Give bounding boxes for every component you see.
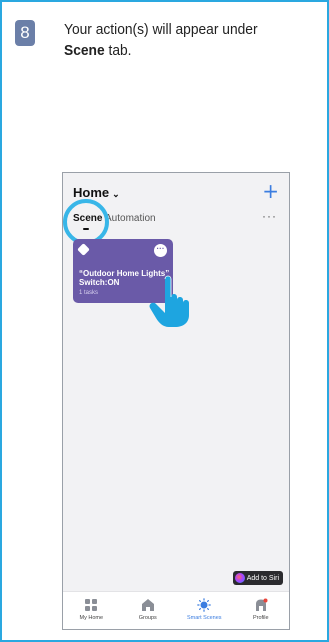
tutorial-frame: 8 Your action(s) will appear under Scene… bbox=[0, 0, 329, 642]
house-icon bbox=[141, 599, 154, 611]
nav-smart-scenes[interactable]: Smart Scenes bbox=[176, 592, 233, 629]
sun-icon bbox=[197, 598, 212, 612]
app-header: Home ⌄ + Scene Automation ··· bbox=[63, 173, 289, 245]
more-icon[interactable]: ··· bbox=[262, 209, 277, 223]
chevron-down-icon: ⌄ bbox=[112, 189, 120, 199]
instruction-line2: tab. bbox=[104, 42, 132, 59]
nav-label-profile: Profile bbox=[252, 615, 269, 621]
nav-profile[interactable]: Profile bbox=[233, 592, 290, 629]
home-title: Home bbox=[73, 185, 110, 200]
home-selector[interactable]: Home ⌄ bbox=[73, 185, 120, 200]
nav-label-my-home: My Home bbox=[79, 615, 104, 621]
siri-icon bbox=[234, 573, 245, 583]
nav-label-groups: Groups bbox=[138, 615, 157, 621]
step-number-badge: 8 bbox=[15, 20, 35, 46]
bottom-navigation: My Home Groups Smart Scenes Profile bbox=[63, 591, 289, 629]
add-icon[interactable]: + bbox=[262, 181, 279, 201]
add-to-siri-button[interactable]: Add to Siri bbox=[232, 571, 283, 585]
nav-label-smart-scenes: Smart Scenes bbox=[186, 615, 222, 621]
tag-icon bbox=[77, 243, 90, 256]
grid-icon bbox=[85, 599, 98, 611]
nav-my-home[interactable]: My Home bbox=[63, 592, 120, 629]
profile-icon bbox=[255, 598, 268, 611]
nav-groups[interactable]: Groups bbox=[120, 592, 177, 629]
instruction-line1: Your action(s) will appear under bbox=[64, 21, 258, 38]
instruction-bold-term: Scene bbox=[64, 42, 105, 59]
scene-card-subtitle: 1 tasks bbox=[79, 290, 99, 296]
add-to-siri-label: Add to Siri bbox=[246, 574, 279, 582]
phone-screen: Home ⌄ + Scene Automation ··· ··· “Outdoo… bbox=[62, 172, 290, 630]
tap-hand-icon bbox=[149, 275, 189, 327]
instruction-text: Your action(s) will appear under Scene t… bbox=[64, 19, 294, 61]
tab-automation[interactable]: Automation bbox=[105, 213, 156, 224]
card-more-icon[interactable]: ··· bbox=[154, 244, 167, 257]
